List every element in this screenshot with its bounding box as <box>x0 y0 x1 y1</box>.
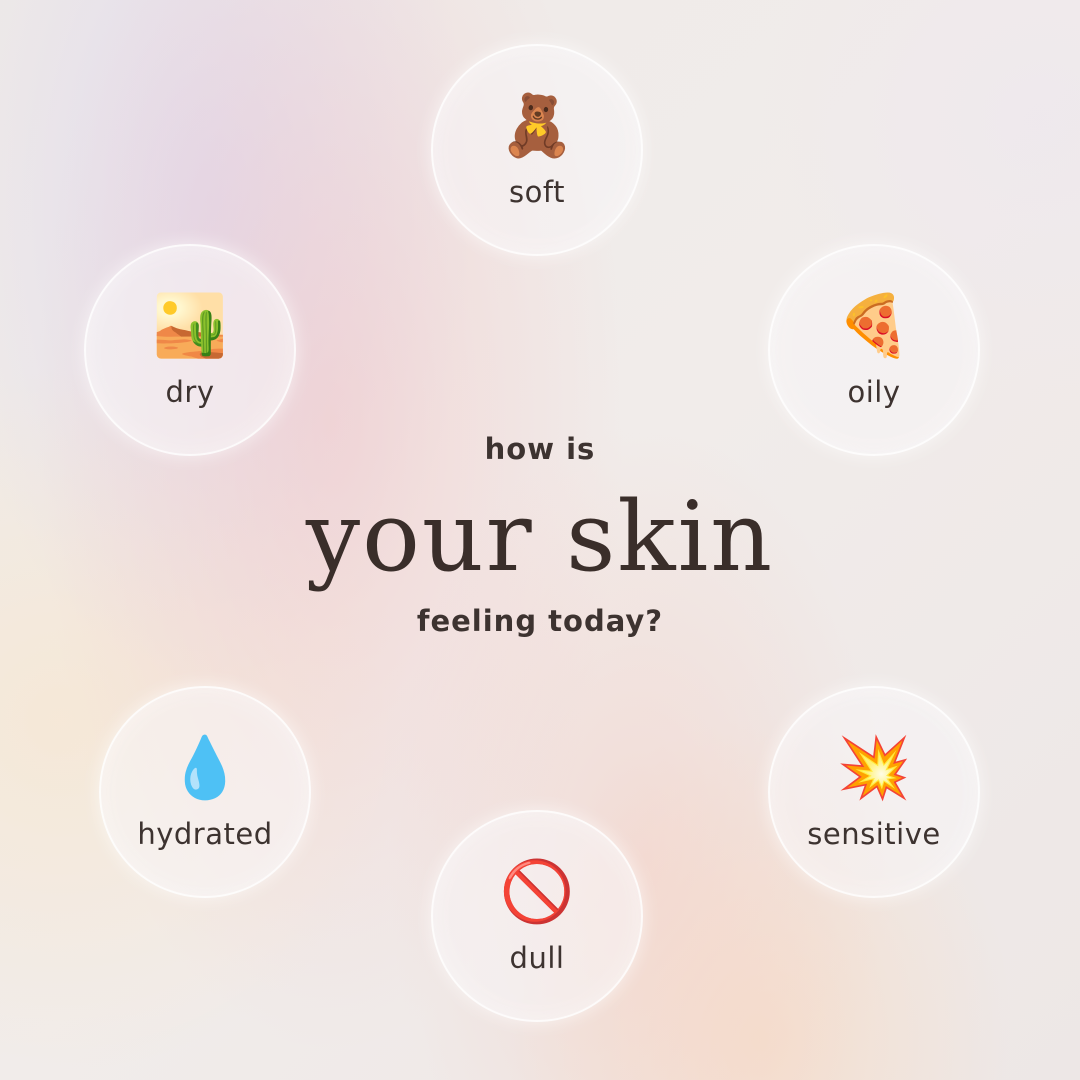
heading-main: your skin <box>305 481 775 593</box>
water-drop-icon: 💧 <box>167 733 243 803</box>
desert-icon: 🏜️ <box>152 291 228 361</box>
option-oily[interactable]: 🍕 oily <box>768 244 980 456</box>
option-dry[interactable]: 🏜️ dry <box>84 244 296 456</box>
teddy-bear-icon: 🧸 <box>499 91 575 161</box>
option-label: sensitive <box>807 817 941 851</box>
option-label: dull <box>509 941 565 975</box>
option-sensitive[interactable]: 💥 sensitive <box>768 686 980 898</box>
heading-bottom: feeling today? <box>416 604 664 638</box>
option-dull[interactable]: 🚫 dull <box>431 810 643 1022</box>
option-label: hydrated <box>137 817 273 851</box>
option-label: oily <box>847 375 901 409</box>
option-label: soft <box>509 175 565 209</box>
collision-icon: 💥 <box>836 733 912 803</box>
prohibited-icon: 🚫 <box>499 857 575 927</box>
option-soft[interactable]: 🧸 soft <box>431 44 643 256</box>
heading-top: how is <box>484 432 596 466</box>
option-hydrated[interactable]: 💧 hydrated <box>99 686 311 898</box>
pizza-slice-icon: 🍕 <box>836 291 912 361</box>
option-label: dry <box>165 375 215 409</box>
